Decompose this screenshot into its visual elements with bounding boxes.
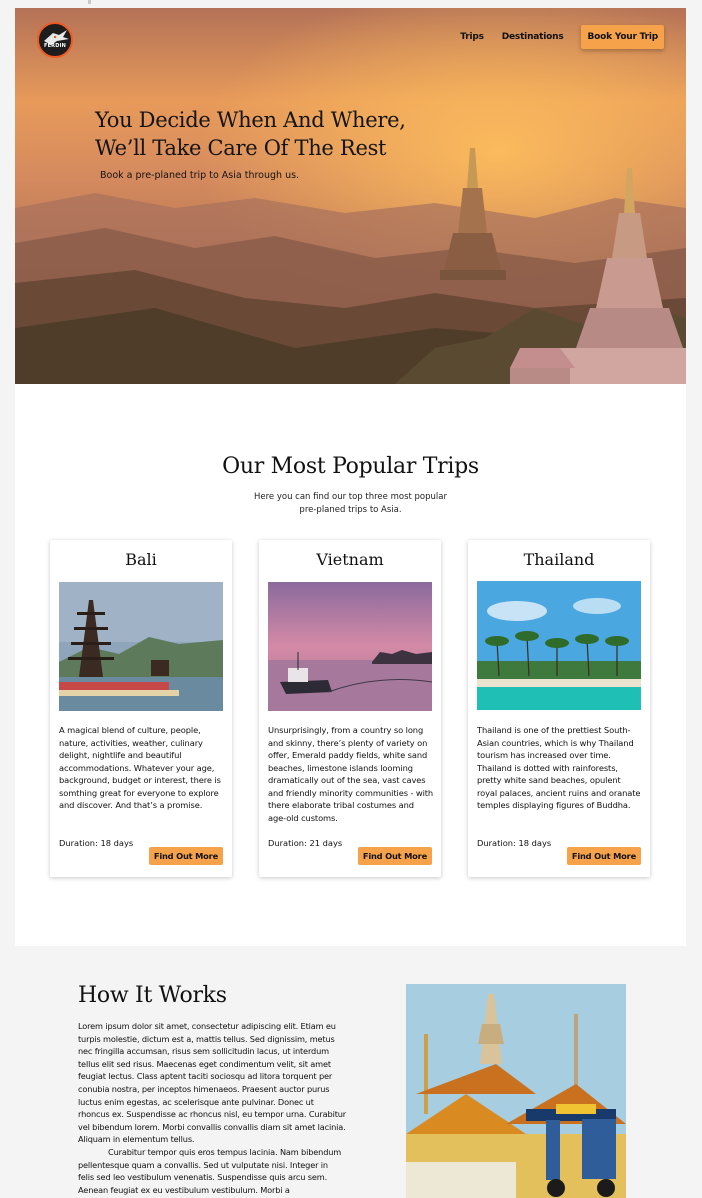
how-paragraph-2: Curabitur tempor quis eros tempus lacini… xyxy=(78,1146,342,1195)
hero-section: FERDIN Trips Destinations Book Your Trip… xyxy=(15,8,686,384)
popular-subtitle: Here you can find our top three most pop… xyxy=(254,492,447,515)
card-description: A magical blend of culture, people, natu… xyxy=(59,725,221,810)
trip-card-vietnam: Vietnam Unsurprisingly, from a country s… xyxy=(259,540,441,877)
how-paragraph-1: Lorem ipsum dolor sit amet, consectetur … xyxy=(78,1021,347,1145)
book-your-trip-button[interactable]: Book Your Trip xyxy=(581,25,664,49)
card-description: Thailand is one of the prettiest South-A… xyxy=(477,725,641,810)
find-out-more-button[interactable]: Find Out More xyxy=(148,847,223,865)
hero-title-line1: You Decide When And Where, xyxy=(95,108,406,132)
hero-background-image xyxy=(15,8,686,384)
hero-title: You Decide When And Where, We’ll Take Ca… xyxy=(95,106,435,162)
trip-card-bali: Bali A magical blend of culture, people,… xyxy=(50,540,232,877)
thailand-beach-image xyxy=(477,581,641,710)
logo-text: FERDIN xyxy=(43,43,67,49)
card-duration: Duration: 18 days xyxy=(477,838,552,848)
find-out-more-button[interactable]: Find Out More xyxy=(566,847,641,865)
card-description: Unsurprisingly, from a country so long a… xyxy=(268,725,434,823)
hero-subtitle: Book a pre-planed trip to Asia through u… xyxy=(100,170,300,181)
card-title: Vietnam xyxy=(316,550,384,569)
vietnam-sunset-image xyxy=(268,582,432,711)
popular-trips-section: Our Most Popular Trips Here you can find… xyxy=(15,384,686,946)
main-nav: Trips Destinations Book Your Trip xyxy=(460,25,664,49)
popular-title: Our Most Popular Trips xyxy=(222,454,479,479)
nav-link-trips[interactable]: Trips xyxy=(460,32,484,42)
bangkok-temple-tuktuk-image xyxy=(406,984,626,1198)
bali-temple-image xyxy=(59,582,223,711)
card-duration: Duration: 21 days xyxy=(268,838,343,848)
brand-logo[interactable]: FERDIN xyxy=(37,22,73,58)
how-it-works-title: How It Works xyxy=(78,983,227,1008)
find-out-more-button[interactable]: Find Out More xyxy=(357,847,432,865)
card-title: Thailand xyxy=(523,550,595,569)
nav-link-destinations[interactable]: Destinations xyxy=(502,32,564,42)
how-it-works-text: Lorem ipsum dolor sit amet, consectetur … xyxy=(78,1020,346,1196)
hero-title-line2: We’ll Take Care Of The Rest xyxy=(95,136,387,160)
card-title: Bali xyxy=(125,550,157,569)
top-edge-mark xyxy=(88,0,91,4)
card-duration: Duration: 18 days xyxy=(59,838,134,848)
trip-card-thailand: Thailand Thailand is one of the pretties… xyxy=(468,540,650,877)
